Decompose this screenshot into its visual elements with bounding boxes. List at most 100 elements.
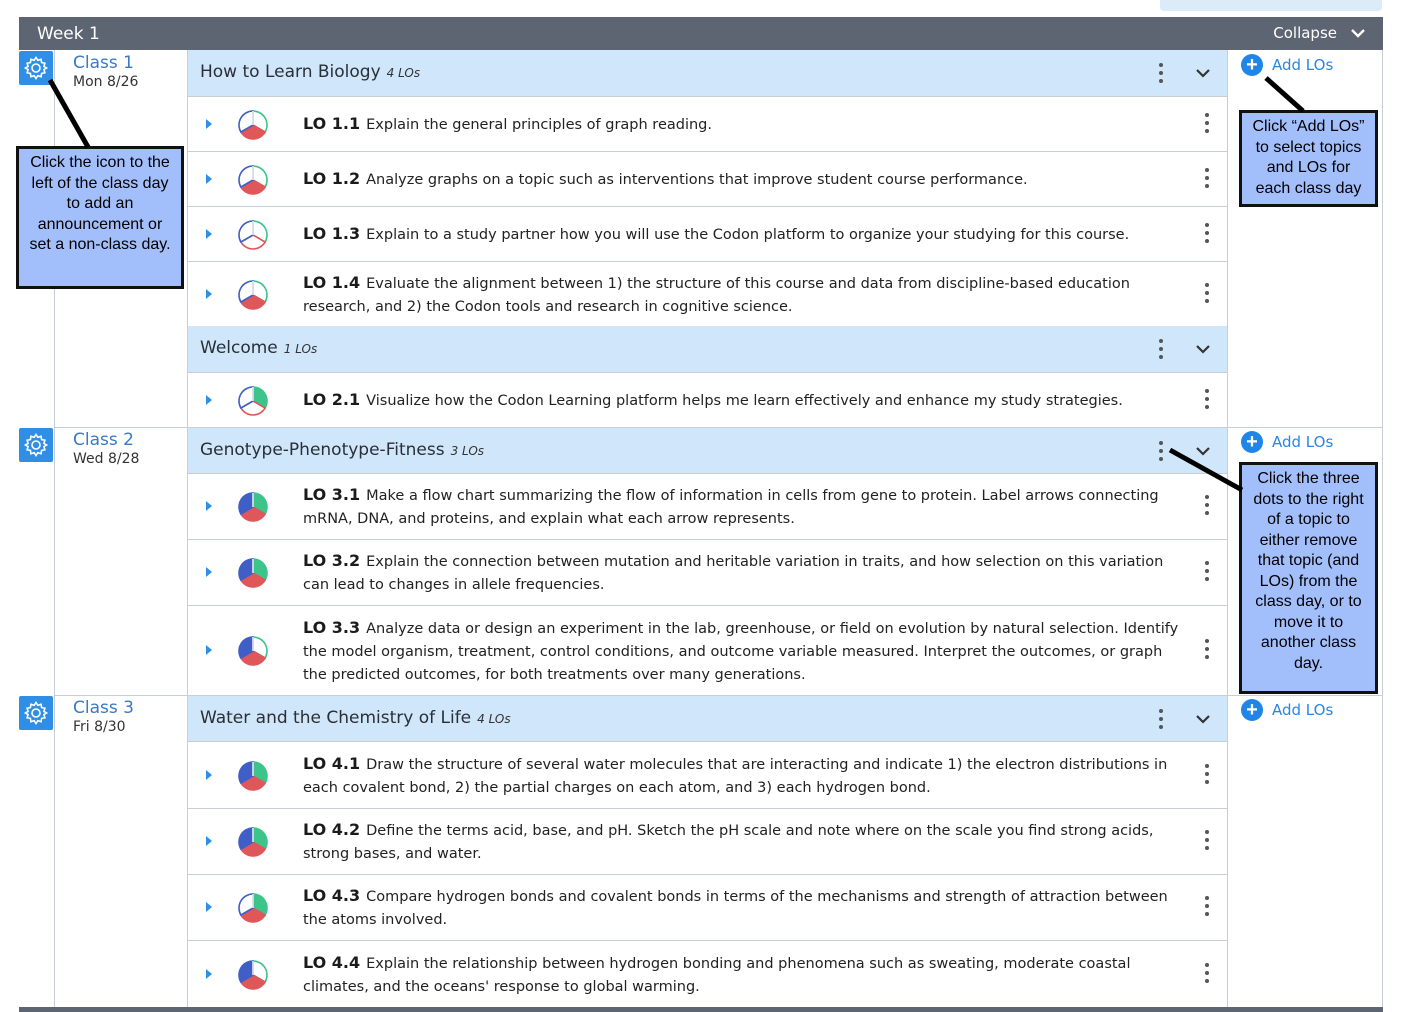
mastery-pie-icon — [236, 278, 270, 312]
lo-menu-button[interactable] — [1197, 280, 1217, 306]
topic-header: Welcome 1 LOs — [188, 326, 1227, 372]
topic-menu-button[interactable] — [1151, 706, 1171, 732]
topic-name: Water and the Chemistry of Life — [200, 708, 472, 728]
lo-id: LO 2.1 — [303, 390, 361, 409]
lo-text: Evaluate the alignment between 1) the st… — [303, 276, 1130, 315]
lo-menu-button[interactable] — [1197, 492, 1217, 518]
lo-text: Draw the structure of several water mole… — [303, 757, 1168, 796]
plus-circle-icon: + — [1241, 699, 1263, 721]
add-los-button[interactable]: + Add LOs — [1241, 54, 1333, 76]
lo-text: Explain the relationship between hydroge… — [303, 956, 1131, 995]
lo-text: Compare hydrogen bonds and covalent bond… — [303, 889, 1168, 928]
topic-title: Genotype-Phenotype-Fitness 3 LOs — [200, 440, 484, 460]
lo-id: LO 1.4 — [303, 273, 361, 292]
mastery-pie-icon — [236, 556, 270, 590]
class-name[interactable]: Class 1 — [73, 53, 134, 73]
lo-text: Explain the connection between mutation … — [303, 554, 1164, 593]
lo-menu-button[interactable] — [1197, 960, 1217, 986]
lo-menu-button[interactable] — [1197, 761, 1217, 787]
lo-description: LO 1.3 Explain to a study partner how you… — [303, 222, 1183, 247]
mastery-pie-icon — [236, 891, 270, 925]
week-header: Week 1 Collapse — [19, 17, 1383, 50]
mastery-pie-icon — [236, 634, 270, 668]
class-name[interactable]: Class 2 — [73, 430, 134, 450]
class-date: Wed 8/28 — [73, 451, 140, 467]
expand-caret-icon[interactable] — [206, 229, 212, 239]
lo-row: LO 4.3 Compare hydrogen bonds and covalen… — [188, 874, 1227, 940]
add-los-button[interactable]: + Add LOs — [1241, 431, 1333, 453]
lo-menu-button[interactable] — [1197, 827, 1217, 853]
lo-description: LO 4.3 Compare hydrogen bonds and covalen… — [303, 884, 1183, 932]
class-date: Fri 8/30 — [73, 719, 126, 735]
callout-gear: Click the icon to the left of the class … — [16, 146, 184, 289]
callout-add-los: Click “Add LOs” to select topics and LOs… — [1239, 110, 1378, 207]
expand-caret-icon[interactable] — [206, 395, 212, 405]
add-los-label: Add LOs — [1272, 701, 1334, 719]
week-footer-bar — [19, 1007, 1383, 1012]
expand-caret-icon[interactable] — [206, 567, 212, 577]
lo-menu-button[interactable] — [1197, 220, 1217, 246]
plus-circle-icon: + — [1241, 431, 1263, 453]
topic-menu-button[interactable] — [1151, 60, 1171, 86]
class-settings-button[interactable] — [19, 428, 53, 462]
topic-lo-count: 1 LOs — [283, 342, 318, 356]
lo-description: LO 3.2 Explain the connection between mut… — [303, 549, 1183, 597]
lo-menu-button[interactable] — [1197, 386, 1217, 412]
mastery-pie-icon — [236, 384, 270, 418]
expand-caret-icon[interactable] — [206, 969, 212, 979]
mastery-pie-icon — [236, 218, 270, 252]
lo-menu-button[interactable] — [1197, 558, 1217, 584]
lo-row: LO 2.1 Visualize how the Codon Learning p… — [188, 372, 1227, 427]
lo-column-right-border — [1227, 50, 1228, 1007]
class-settings-button[interactable] — [19, 696, 53, 730]
lo-row: LO 3.2 Explain the connection between mut… — [188, 539, 1227, 605]
right-border — [1382, 50, 1383, 1007]
top-tab[interactable] — [1160, 0, 1382, 11]
class-settings-button[interactable] — [19, 51, 53, 85]
collapse-button[interactable]: Collapse — [1273, 24, 1365, 42]
expand-caret-icon[interactable] — [206, 174, 212, 184]
chevron-down-icon[interactable] — [1193, 709, 1213, 729]
expand-caret-icon[interactable] — [206, 836, 212, 846]
expand-caret-icon[interactable] — [206, 902, 212, 912]
chevron-down-icon[interactable] — [1193, 63, 1213, 83]
lo-text: Explain the general principles of graph … — [366, 117, 712, 133]
lo-id: LO 4.3 — [303, 886, 361, 905]
lo-row: LO 3.1 Make a flow chart summarizing the … — [188, 473, 1227, 539]
lo-row: LO 1.4 Evaluate the alignment between 1) … — [188, 261, 1227, 326]
class-name[interactable]: Class 3 — [73, 698, 134, 718]
lo-menu-button[interactable] — [1197, 110, 1217, 136]
expand-caret-icon[interactable] — [206, 289, 212, 299]
class-date: Mon 8/26 — [73, 74, 139, 90]
lo-id: LO 4.4 — [303, 953, 361, 972]
add-los-button[interactable]: + Add LOs — [1241, 699, 1333, 721]
expand-caret-icon[interactable] — [206, 770, 212, 780]
chevron-down-icon[interactable] — [1193, 441, 1213, 461]
topic-name: How to Learn Biology — [200, 62, 381, 82]
topic-menu-button[interactable] — [1151, 438, 1171, 464]
chevron-down-icon — [1351, 29, 1365, 38]
mastery-pie-icon — [236, 490, 270, 524]
lo-description: LO 1.4 Evaluate the alignment between 1) … — [303, 271, 1183, 319]
chevron-down-icon[interactable] — [1193, 339, 1213, 359]
topic-header: How to Learn Biology 4 LOs — [188, 50, 1227, 96]
topic-menu-button[interactable] — [1151, 336, 1171, 362]
mastery-pie-icon — [236, 108, 270, 142]
lo-text: Define the terms acid, base, and pH. Ske… — [303, 823, 1154, 862]
expand-caret-icon[interactable] — [206, 119, 212, 129]
lo-text: Analyze graphs on a topic such as interv… — [366, 172, 1028, 188]
lo-description: LO 4.1 Draw the structure of several wate… — [303, 752, 1183, 800]
lo-id: LO 1.1 — [303, 114, 361, 133]
expand-caret-icon[interactable] — [206, 501, 212, 511]
mastery-pie-icon — [236, 825, 270, 859]
topic-lo-count: 4 LOs — [477, 712, 511, 726]
lo-text: Make a flow chart summarizing the flow o… — [303, 488, 1159, 527]
lo-row: LO 4.1 Draw the structure of several wate… — [188, 741, 1227, 808]
lo-menu-button[interactable] — [1197, 893, 1217, 919]
lo-menu-button[interactable] — [1197, 165, 1217, 191]
lo-text: Analyze data or design an experiment in … — [303, 621, 1179, 683]
lo-menu-button[interactable] — [1197, 636, 1217, 662]
expand-caret-icon[interactable] — [206, 645, 212, 655]
lo-description: LO 2.1 Visualize how the Codon Learning p… — [303, 388, 1183, 413]
lo-id: LO 1.2 — [303, 169, 361, 188]
